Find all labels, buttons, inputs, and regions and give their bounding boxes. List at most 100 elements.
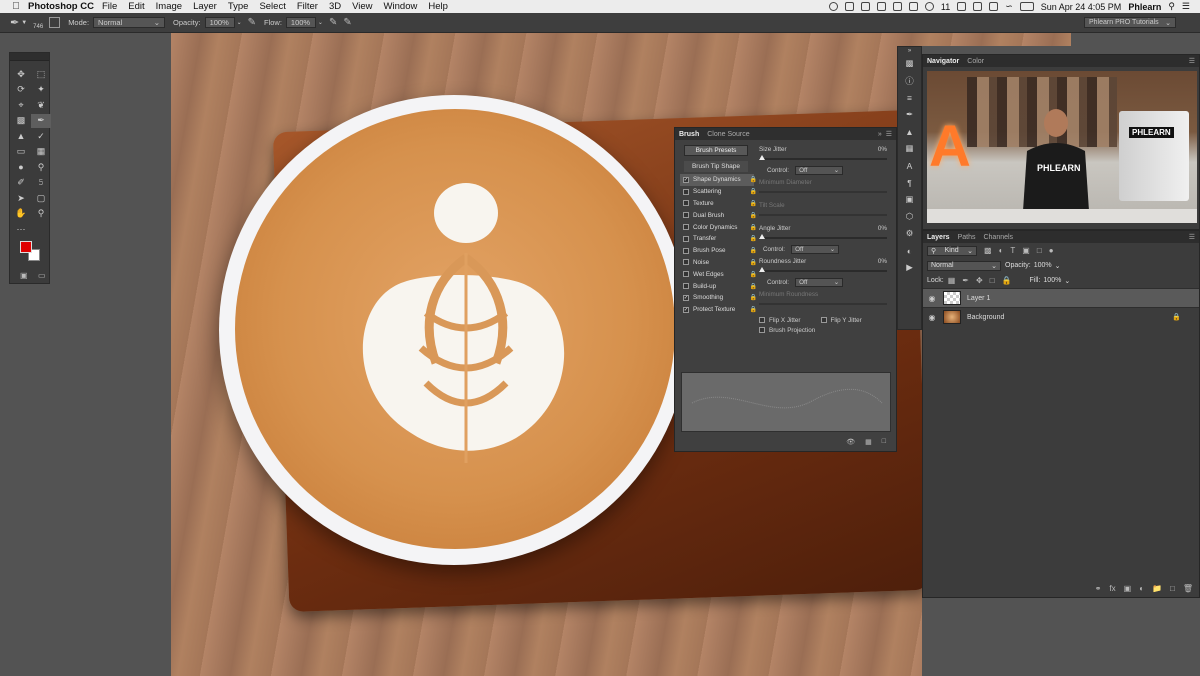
app-menu[interactable]: Photoshop CC [28, 1, 94, 12]
lock-icon[interactable]: 🔒 [750, 176, 757, 183]
pressure-size-icon[interactable]: ✎ [343, 17, 351, 28]
brush-tool-icon[interactable]: ✒ [31, 113, 51, 128]
layer-kind-filter[interactable]: ⚲ Kind ⌄ [927, 245, 977, 256]
menu-type[interactable]: Type [228, 1, 249, 12]
camera-icon[interactable] [908, 2, 918, 11]
menu-window[interactable]: Window [384, 1, 418, 12]
brush-panel-toggle-icon[interactable] [49, 17, 61, 28]
lock-icon[interactable]: 🔒 [750, 294, 757, 301]
tools-panel-header[interactable] [10, 53, 49, 61]
toggle-live-tip-icon[interactable]: 👁 [846, 438, 855, 446]
brush-presets-button[interactable]: Brush Presets [684, 145, 748, 156]
character-icon[interactable]: A [898, 157, 921, 174]
menu-view[interactable]: View [352, 1, 372, 12]
menu-filter[interactable]: Filter [297, 1, 318, 12]
roundness-jitter-value[interactable]: 0% [878, 258, 887, 265]
brush-setting-item[interactable]: Brush Pose 🔒 [680, 245, 757, 257]
checkbox[interactable] [683, 200, 689, 207]
paragraph-icon[interactable]: ¶ [898, 174, 921, 191]
bluetooth-icon[interactable] [989, 2, 999, 11]
checkbox[interactable] [683, 259, 689, 266]
roundness-control-select[interactable]: Off ⌄ [795, 277, 844, 287]
checkbox[interactable]: ✓ [683, 294, 689, 301]
layer-thumbnail[interactable] [943, 291, 961, 305]
visibility-eye-icon[interactable]: ◉ [923, 313, 941, 322]
spotlight-icon[interactable]: ⚲ [1168, 1, 1175, 12]
dodge-tool-icon[interactable]: ⚲ [31, 160, 51, 175]
eraser-tool-icon[interactable]: ▭ [11, 145, 31, 160]
tab-layers[interactable]: Layers [927, 234, 950, 241]
checkbox[interactable]: ✓ [683, 176, 689, 183]
lock-icon[interactable]: 🔒 [750, 188, 757, 195]
lock-icon[interactable]: 🔒 [750, 235, 757, 242]
size-jitter-value[interactable]: 0% [878, 146, 887, 153]
clone-source-icon[interactable]: ▲ [898, 123, 921, 140]
time-machine-icon[interactable] [957, 2, 967, 11]
checkbox[interactable] [683, 283, 689, 290]
zoom-tool-icon[interactable]: ⚲ [31, 207, 51, 222]
more-tools-icon[interactable]: ⋯ [11, 222, 31, 237]
brush-setting-item[interactable]: Texture 🔒 [680, 198, 757, 210]
battery-icon[interactable] [1019, 2, 1034, 11]
menu-file[interactable]: File [102, 1, 117, 12]
checkbox[interactable] [683, 271, 689, 278]
eyedropper-tool-icon[interactable]: ❦ [31, 98, 51, 113]
brush-setting-item[interactable]: Color Dynamics 🔒 [680, 221, 757, 233]
hand-tool-icon[interactable]: ✋ [11, 207, 31, 222]
sync-icon[interactable] [844, 2, 854, 11]
skype-icon[interactable] [860, 2, 870, 11]
checkbox[interactable] [683, 247, 689, 254]
lock-pixels-icon[interactable]: ✒ [962, 276, 969, 285]
healing-brush-tool-icon[interactable]: ▩ [11, 114, 31, 129]
rectangle-tool-icon[interactable]: ▢ [31, 191, 51, 206]
checkbox[interactable] [683, 235, 689, 242]
link-layers-icon[interactable]: ⚭ [1095, 584, 1102, 593]
gradient-tool-icon[interactable]: ▦ [31, 145, 51, 160]
slider-knob[interactable] [759, 155, 765, 160]
lock-icon[interactable]: 🔒 [750, 200, 757, 207]
menu-help[interactable]: Help [428, 1, 448, 12]
tab-navigator[interactable]: Navigator [927, 58, 959, 65]
chevron-down-icon[interactable]: ⌄ [237, 19, 242, 26]
brush-setting-item[interactable]: Build-up 🔒 [680, 280, 757, 292]
info-icon[interactable]: ⓘ [898, 72, 921, 89]
brush-setting-item[interactable]: Wet Edges 🔒 [680, 268, 757, 280]
magic-wand-tool-icon[interactable]: ✦ [31, 83, 51, 98]
styles-icon[interactable]: ◐ [898, 242, 921, 259]
lock-icon[interactable]: 🔒 [750, 212, 757, 219]
tab-clone-source[interactable]: Clone Source [707, 131, 749, 138]
angle-control-select[interactable]: Off ⌄ [791, 244, 840, 254]
angle-jitter-value[interactable]: 0% [878, 225, 887, 232]
airbrush-icon[interactable]: ✎ [329, 17, 337, 28]
layer-lock-icon[interactable]: 🔒 [1172, 313, 1181, 321]
adjustment-layer-icon[interactable]: ◐ [1139, 584, 1144, 593]
evernote-icon[interactable] [876, 2, 886, 11]
chevron-down-icon[interactable]: ▼ [21, 20, 27, 26]
lock-icon[interactable]: 🔒 [750, 306, 757, 313]
brush-setting-item[interactable]: Dual Brush 🔒 [680, 209, 757, 221]
libraries-icon[interactable]: ▣ [898, 191, 921, 208]
creative-cloud-icon[interactable] [924, 2, 934, 11]
layer-opacity-value[interactable]: 100% [1034, 262, 1052, 269]
brush-tip-shape-item[interactable]: Brush Tip Shape [684, 161, 748, 172]
flip-y-jitter-checkbox[interactable]: Flip Y Jitter [820, 315, 862, 325]
brush-setting-item[interactable]: ✓ Smoothing 🔒 [680, 292, 757, 304]
brush-setting-item[interactable]: Noise 🔒 [680, 257, 757, 269]
lock-icon[interactable]: 🔒 [750, 247, 757, 254]
flow-input[interactable]: 100% [285, 17, 316, 28]
blur-tool-icon[interactable]: ● [11, 160, 31, 175]
delete-layer-icon[interactable]: 🗑 [1183, 584, 1193, 593]
pressure-opacity-icon[interactable]: ✎ [248, 17, 256, 28]
record-icon[interactable] [828, 2, 838, 11]
layer-name[interactable]: Layer 1 [967, 295, 990, 302]
chevron-down-icon[interactable]: ⌄ [1064, 277, 1070, 285]
brush-tool-icon[interactable]: ✒ [10, 16, 19, 29]
lock-artboard-icon[interactable]: □ [990, 276, 995, 285]
layer-name[interactable]: Background [967, 314, 1004, 321]
roundness-jitter-slider[interactable] [759, 267, 887, 272]
3d-icon[interactable]: ⬡ [898, 208, 921, 225]
visibility-eye-icon[interactable]: ◉ [923, 294, 941, 303]
mode-select[interactable]: Normal ⌄ [93, 17, 166, 28]
lock-icon[interactable]: 🔒 [750, 283, 757, 290]
slider-knob[interactable] [759, 234, 765, 239]
